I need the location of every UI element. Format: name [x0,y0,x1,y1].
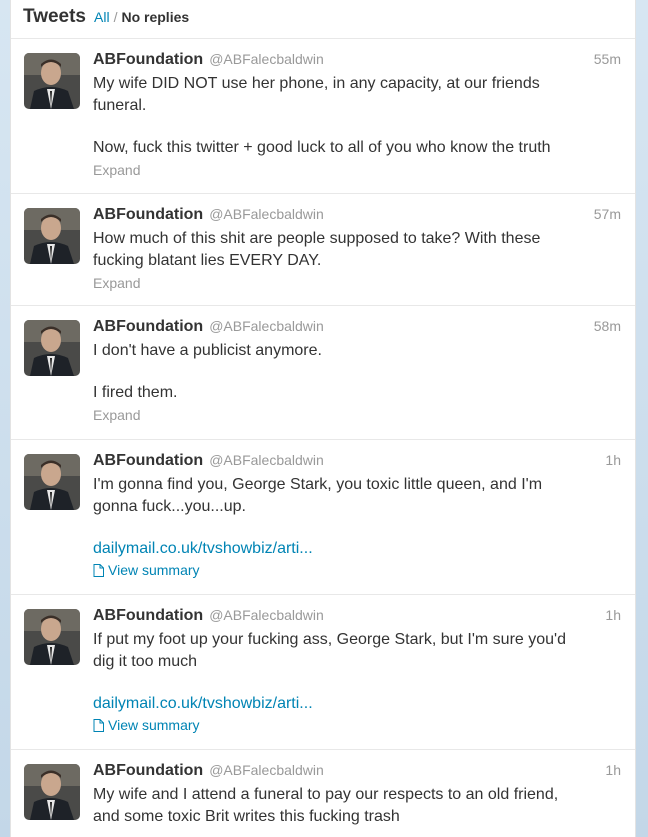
document-icon [93,563,104,577]
tweets-timeline: Tweets All / No replies ABFoundation @AB… [10,0,636,837]
filter-no-replies[interactable]: No replies [121,9,189,25]
filter-separator: / [113,9,118,25]
expand-link[interactable]: Expand [93,407,621,423]
tweet-item[interactable]: ABFoundation @ABFalecbaldwin 1h My wife … [11,750,635,837]
author-name[interactable]: ABFoundation [93,762,203,780]
tweet-timestamp[interactable]: 55m [594,51,621,67]
author-handle[interactable]: @ABFalecbaldwin [209,452,324,468]
filter-all-link[interactable]: All [94,9,110,25]
tweet-paragraph: If put my foot up your fucking ass, Geor… [93,631,566,670]
tweet-paragraph: I don't have a publicist anymore. [93,342,322,359]
tweet-paragraph: How much of this shit are people suppose… [93,230,541,269]
expand-link[interactable]: Expand [93,162,621,178]
tweet-timestamp[interactable]: 1h [605,452,621,468]
author-name[interactable]: ABFoundation [93,607,203,625]
tweet-paragraph: My wife DID NOT use her phone, in any ca… [93,75,540,114]
view-summary-link[interactable]: View summary [93,562,621,578]
view-summary-label: View summary [108,562,200,578]
tweet-paragraph: My wife and I attend a funeral to pay ou… [93,786,559,825]
author-handle[interactable]: @ABFalecbaldwin [209,318,324,334]
article-link[interactable]: dailymail.co.uk/tvshowbiz/arti... [93,538,621,560]
avatar[interactable] [24,320,80,376]
tweet-text: If put my foot up your fucking ass, Geor… [93,629,621,673]
avatar[interactable] [24,609,80,665]
author-handle[interactable]: @ABFalecbaldwin [209,51,324,67]
tweet-timestamp[interactable]: 1h [605,762,621,778]
timeline-title: Tweets [23,6,87,27]
page-background-right [634,0,648,837]
author-handle[interactable]: @ABFalecbaldwin [209,607,324,623]
page-background-left [0,0,10,837]
view-summary-label: View summary [108,717,200,733]
author-handle[interactable]: @ABFalecbaldwin [209,206,324,222]
avatar[interactable] [24,454,80,510]
tweet-text: I don't have a publicist anymore. I fire… [93,340,621,404]
tweet-item[interactable]: ABFoundation @ABFalecbaldwin 58m I don't… [11,306,635,440]
avatar[interactable] [24,208,80,264]
tweet-item[interactable]: ABFoundation @ABFalecbaldwin 1h I'm gonn… [11,440,635,595]
tweet-item[interactable]: ABFoundation @ABFalecbaldwin 57m How muc… [11,194,635,306]
timeline-header: Tweets All / No replies [11,0,635,39]
document-icon [93,718,104,732]
expand-link[interactable]: Expand [93,275,621,291]
tweet-text: My wife and I attend a funeral to pay ou… [93,784,621,828]
tweet-paragraph: Now, fuck this twitter + good luck to al… [93,139,551,156]
tweet-item[interactable]: ABFoundation @ABFalecbaldwin 55m My wife… [11,39,635,194]
tweet-text: My wife DID NOT use her phone, in any ca… [93,73,621,159]
tweet-text: I'm gonna find you, George Stark, you to… [93,474,621,518]
tweet-paragraph: I fired them. [93,384,178,401]
tweet-paragraph: I'm gonna find you, George Stark, you to… [93,476,543,515]
author-handle[interactable]: @ABFalecbaldwin [209,762,324,778]
tweet-item[interactable]: ABFoundation @ABFalecbaldwin 1h If put m… [11,595,635,750]
author-name[interactable]: ABFoundation [93,452,203,470]
author-name[interactable]: ABFoundation [93,318,203,336]
avatar[interactable] [24,53,80,109]
author-name[interactable]: ABFoundation [93,206,203,224]
tweet-timestamp[interactable]: 57m [594,206,621,222]
avatar[interactable] [24,764,80,820]
author-name[interactable]: ABFoundation [93,51,203,69]
view-summary-link[interactable]: View summary [93,717,621,733]
tweet-timestamp[interactable]: 58m [594,318,621,334]
article-link[interactable]: dailymail.co.uk/tvshowbiz/arti... [93,693,621,715]
tweet-text: How much of this shit are people suppose… [93,228,621,272]
tweet-timestamp[interactable]: 1h [605,607,621,623]
